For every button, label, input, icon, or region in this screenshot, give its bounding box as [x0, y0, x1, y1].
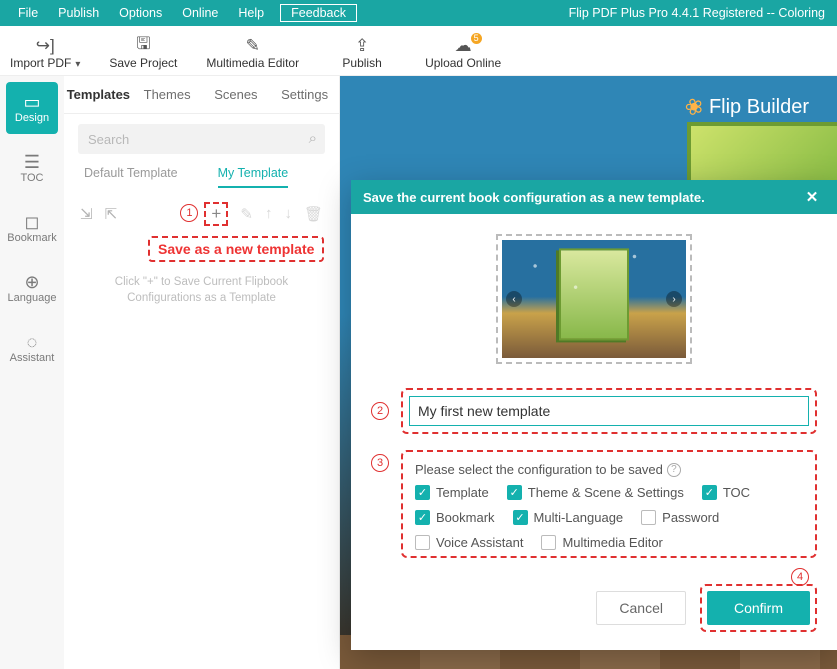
menu-publish[interactable]: Publish [48, 6, 109, 20]
annotation-marker-1: 1 [180, 204, 198, 222]
thumb-prev-icon: ‹ [506, 291, 522, 307]
checkbox-bookmark[interactable]: ✓Bookmark [415, 510, 495, 525]
annotation-marker-3: 3 [371, 454, 389, 472]
rail-toc[interactable]: ☰ TOC [6, 142, 58, 194]
checkbox-multi-language[interactable]: ✓Multi-Language [513, 510, 624, 525]
dialog-close-button[interactable]: ✕ [799, 188, 825, 206]
panel-tabs: Templates Themes Scenes Settings [64, 76, 339, 114]
save-project-button[interactable]: 🖫 Save Project [108, 36, 178, 70]
publish-button[interactable]: ⇪ Publish [327, 36, 397, 70]
menu-bar: File Publish Options Online Help Feedbac… [0, 0, 837, 26]
export-template-icon[interactable]: ⇱ [105, 205, 118, 223]
import-pdf-button[interactable]: ↪] Import PDF [10, 36, 80, 70]
leaf-icon: ❀ [681, 92, 707, 123]
rail-language-label: Language [8, 292, 57, 304]
rail-language[interactable]: ⊕ Language [6, 262, 58, 314]
template-thumbnail: ‹ › [496, 234, 692, 364]
checkbox-password[interactable]: Password [641, 510, 719, 525]
tab-scenes[interactable]: Scenes [202, 87, 271, 102]
moveup-icon[interactable]: ↑ [265, 205, 273, 223]
dialog-header: Save the current book configuration as a… [351, 180, 837, 214]
upload-badge: 5 [471, 33, 482, 44]
upload-label: Upload Online [425, 56, 501, 70]
rail-assistant-label: Assistant [10, 352, 55, 364]
left-rail: ▭ Design ☰ TOC ◻ Bookmark ⊕ Language ◌ A… [0, 76, 64, 669]
multimedia-label: Multimedia Editor [206, 56, 299, 70]
brand-text: Flip Builder [709, 96, 809, 119]
globe-icon: ⊕ [24, 272, 39, 292]
template-name-input[interactable] [409, 396, 809, 426]
empty-hint: Click "+" to Save Current Flipbook Confi… [78, 274, 325, 306]
thumb-next-icon: › [666, 291, 682, 307]
subtab-mytemplate[interactable]: My Template [218, 166, 289, 188]
confirm-button[interactable]: Confirm [707, 591, 810, 625]
checkbox-template[interactable]: ✓Template [415, 485, 489, 500]
tab-templates[interactable]: Templates [64, 87, 133, 102]
brand-label: ❀ Flip Builder [685, 94, 809, 120]
rail-design[interactable]: ▭ Design [6, 82, 58, 134]
subtab-default[interactable]: Default Template [84, 166, 178, 188]
cloud-upload-icon: ☁5 [455, 36, 472, 56]
checkbox-voice-assistant[interactable]: Voice Assistant [415, 535, 523, 550]
annotation-marker-4: 4 [791, 568, 809, 586]
menu-options[interactable]: Options [109, 6, 172, 20]
checkbox-multimedia-editor[interactable]: Multimedia Editor [541, 535, 662, 550]
import-template-icon[interactable]: ⇲ [80, 205, 93, 223]
publish-icon: ⇪ [355, 36, 369, 56]
menu-online[interactable]: Online [172, 6, 228, 20]
search-icon[interactable]: ⌕ [309, 130, 317, 147]
menu-feedback[interactable]: Feedback [280, 4, 357, 22]
add-template-button[interactable]: + [204, 202, 228, 226]
rail-bookmark-label: Bookmark [7, 232, 57, 244]
edit-icon: ✎ [246, 36, 260, 56]
toc-icon: ☰ [24, 152, 40, 172]
design-panel: Templates Themes Scenes Settings ⌕ Defau… [64, 76, 340, 669]
rename-template-icon[interactable]: ✎ [240, 205, 253, 223]
menu-help[interactable]: Help [228, 6, 274, 20]
movedown-icon[interactable]: ↓ [284, 205, 292, 223]
cancel-button[interactable]: Cancel [596, 591, 686, 625]
bookmark-icon: ◻ [25, 212, 40, 232]
save-icon: 🖫 [136, 36, 150, 56]
import-icon: ↪] [36, 36, 55, 56]
import-label: Import PDF [10, 56, 80, 70]
annotation-marker-2: 2 [371, 402, 389, 420]
delete-template-icon[interactable]: 🗑 [304, 205, 323, 223]
dialog-title: Save the current book configuration as a… [363, 190, 705, 205]
help-icon[interactable]: ? [667, 463, 681, 477]
save-template-callout: Save as a new template [148, 236, 324, 262]
monitor-icon: ▭ [23, 92, 40, 112]
checkbox-toc[interactable]: ✓TOC [702, 485, 750, 500]
rail-design-label: Design [15, 112, 49, 124]
tab-themes[interactable]: Themes [133, 87, 202, 102]
multimedia-editor-button[interactable]: ✎ Multimedia Editor [206, 36, 299, 70]
menu-file[interactable]: File [8, 6, 48, 20]
upload-online-button[interactable]: ☁5 Upload Online [425, 36, 501, 70]
window-title: Flip PDF Plus Pro 4.4.1 Registered -- Co… [569, 6, 829, 20]
publish-label: Publish [342, 56, 381, 70]
chat-icon: ◌ [27, 332, 38, 352]
search-input[interactable] [78, 124, 325, 154]
rail-toc-label: TOC [20, 172, 43, 184]
tab-settings[interactable]: Settings [270, 87, 339, 102]
toolbar: ↪] Import PDF 🖫 Save Project ✎ Multimedi… [0, 26, 837, 76]
config-options: ✓Template ✓Theme & Scene & Settings ✓TOC… [415, 485, 803, 550]
rail-bookmark[interactable]: ◻ Bookmark [6, 202, 58, 254]
rail-assistant[interactable]: ◌ Assistant [6, 322, 58, 374]
checkbox-theme-scene-settings[interactable]: ✓Theme & Scene & Settings [507, 485, 684, 500]
config-section-label: Please select the configuration to be sa… [415, 462, 803, 477]
save-template-dialog: Save the current book configuration as a… [351, 180, 837, 650]
